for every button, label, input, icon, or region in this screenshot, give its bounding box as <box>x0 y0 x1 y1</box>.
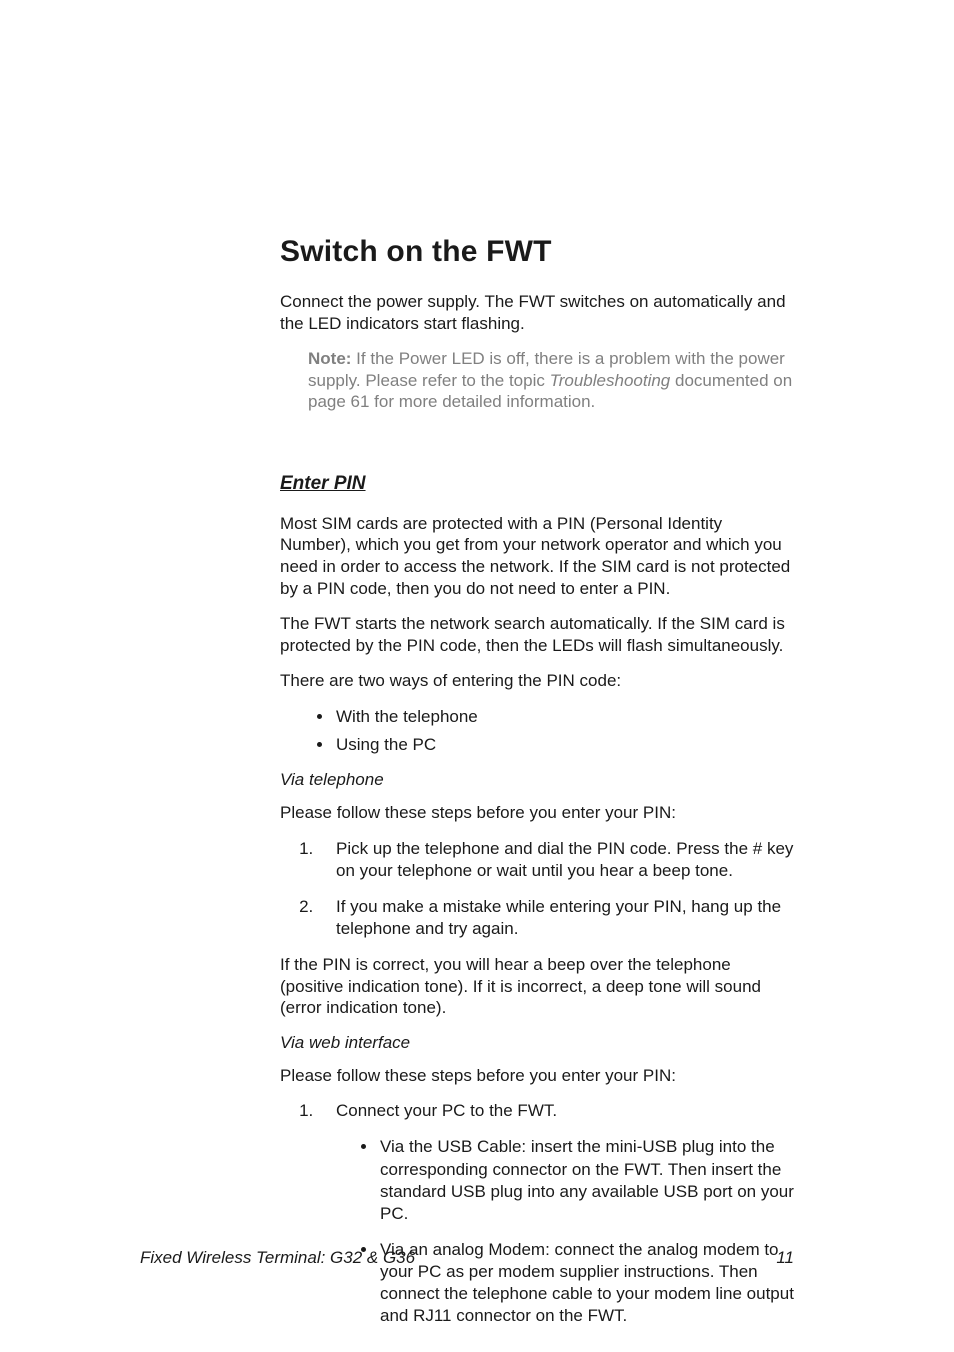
enter-pin-p2: The FWT starts the network search automa… <box>280 613 794 656</box>
via-web-steps: Connect your PC to the FWT. Via the USB … <box>280 1100 794 1327</box>
list-item: Connect your PC to the FWT. Via the USB … <box>318 1100 794 1327</box>
list-item: If you make a mistake while entering you… <box>318 896 794 940</box>
via-web-step1-text: Connect your PC to the FWT. <box>336 1101 557 1120</box>
footer-title: Fixed Wireless Terminal: G32 & G36 <box>140 1248 415 1268</box>
via-web-heading: Via web interface <box>280 1033 794 1053</box>
list-item: Using the PC <box>334 734 794 756</box>
list-item: With the telephone <box>334 706 794 728</box>
via-telephone-result: If the PIN is correct, you will hear a b… <box>280 954 794 1019</box>
note-block: Note: If the Power LED is off, there is … <box>308 348 794 413</box>
page-number: 11 <box>776 1248 794 1268</box>
via-telephone-steps: Pick up the telephone and dial the PIN c… <box>280 838 794 940</box>
list-item: Via the USB Cable: insert the mini-USB p… <box>378 1136 794 1224</box>
list-item: Pick up the telephone and dial the PIN c… <box>318 838 794 882</box>
note-label: Note: <box>308 349 351 368</box>
enter-pin-p1: Most SIM cards are protected with a PIN … <box>280 513 794 599</box>
via-web-intro: Please follow these steps before you ent… <box>280 1065 794 1087</box>
via-telephone-intro: Please follow these steps before you ent… <box>280 802 794 824</box>
enter-pin-p3: There are two ways of entering the PIN c… <box>280 670 794 692</box>
enter-pin-heading: Enter PIN <box>280 473 794 495</box>
section-heading: Switch on the FWT <box>280 235 794 269</box>
intro-paragraph: Connect the power supply. The FWT switch… <box>280 291 794 334</box>
pin-entry-ways-list: With the telephone Using the PC <box>280 706 794 756</box>
note-topic: Troubleshooting <box>550 371 671 390</box>
page: Switch on the FWT Connect the power supp… <box>0 0 954 1352</box>
page-footer: Fixed Wireless Terminal: G32 & G36 11 <box>140 1248 794 1268</box>
via-web-substeps: Via the USB Cable: insert the mini-USB p… <box>336 1136 794 1327</box>
via-telephone-heading: Via telephone <box>280 770 794 790</box>
